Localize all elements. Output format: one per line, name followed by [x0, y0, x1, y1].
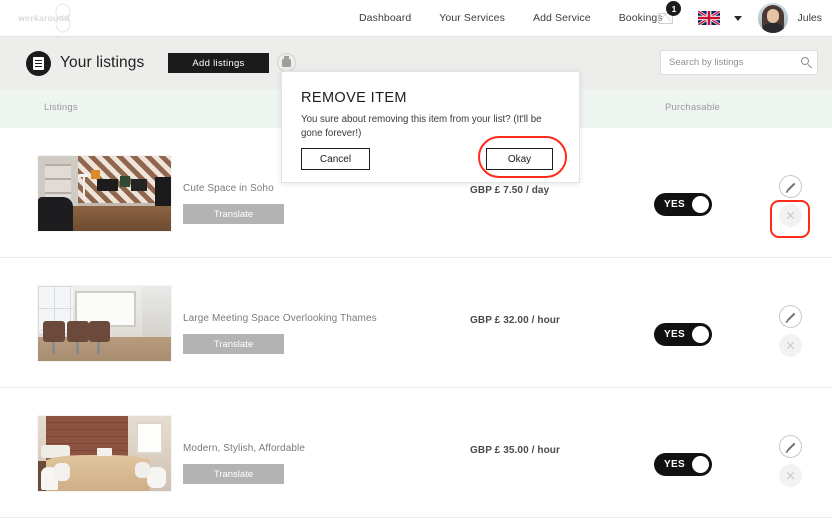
cancel-button[interactable]: Cancel — [301, 148, 370, 170]
top-navigation-bar: workaround Dashboard Your Services Add S… — [0, 0, 832, 36]
table-row: Large Meeting Space Overlooking Thames T… — [0, 258, 832, 388]
listing-price: GBP £ 32.00 / hour — [470, 315, 560, 326]
listing-thumbnail[interactable] — [38, 286, 171, 361]
pencil-icon — [785, 441, 796, 452]
listing-thumbnail[interactable] — [38, 156, 171, 231]
column-header-listings: Listings — [44, 102, 78, 113]
close-icon — [786, 211, 795, 220]
remove-item-modal: REMOVE ITEM You sure about removing this… — [281, 71, 580, 183]
purchasable-toggle-knob — [692, 456, 709, 473]
search-input[interactable] — [669, 57, 801, 68]
listing-photo — [38, 416, 171, 491]
archive-icon[interactable] — [277, 53, 296, 72]
message-count-badge: 1 — [666, 1, 682, 16]
edit-listing-button[interactable] — [779, 305, 802, 328]
edit-listing-button[interactable] — [779, 435, 802, 458]
uk-flag-icon[interactable] — [698, 11, 721, 25]
translate-button[interactable]: Translate — [183, 464, 284, 484]
purchasable-toggle-knob — [692, 196, 709, 213]
nav-link-your-services[interactable]: Your Services — [425, 12, 519, 24]
delete-listing-button[interactable] — [779, 464, 802, 487]
pencil-icon — [785, 181, 796, 192]
archive-icon-glyph — [282, 56, 291, 67]
edit-listing-button[interactable] — [779, 175, 802, 198]
search-icon[interactable] — [801, 57, 812, 69]
listings-icon — [26, 51, 51, 76]
purchasable-toggle[interactable]: YES — [654, 323, 712, 346]
brand-logo[interactable]: workaround — [18, 2, 94, 34]
listing-title: Large Meeting Space Overlooking Thames — [183, 313, 377, 324]
purchasable-toggle[interactable]: YES — [654, 453, 712, 476]
purchasable-toggle-label: YES — [664, 329, 685, 340]
translate-button[interactable]: Translate — [183, 334, 284, 354]
brand-logo-text: workaround — [18, 13, 70, 23]
delete-listing-button[interactable] — [779, 334, 802, 357]
purchasable-toggle-knob — [692, 326, 709, 343]
listing-photo — [38, 156, 171, 231]
nav-link-add-service[interactable]: Add Service — [519, 12, 605, 24]
listing-title: Cute Space in Soho — [183, 183, 274, 194]
close-icon — [786, 471, 795, 480]
listing-photo — [38, 286, 171, 361]
add-listings-button[interactable]: Add listings — [168, 53, 269, 73]
listing-price: GBP £ 7.50 / day — [470, 185, 550, 196]
okay-button[interactable]: Okay — [486, 148, 553, 170]
modal-title: REMOVE ITEM — [301, 90, 407, 106]
search-listings-box[interactable] — [660, 50, 818, 75]
column-header-purchasable: Purchasable — [665, 102, 721, 113]
listing-price: GBP £ 35.00 / hour — [470, 445, 560, 456]
messages-button[interactable]: 1 — [648, 0, 682, 36]
table-row: Modern, Stylish, Affordable Translate GB… — [0, 388, 832, 518]
listing-thumbnail[interactable] — [38, 416, 171, 491]
modal-body-text: You sure about removing this item from y… — [301, 114, 542, 139]
username-label[interactable]: Jules — [797, 12, 822, 24]
avatar[interactable] — [758, 3, 789, 33]
primary-nav-links: Dashboard Your Services Add Service Book… — [345, 0, 677, 36]
search-icon-handle — [807, 64, 812, 69]
purchasable-toggle-label: YES — [664, 199, 685, 210]
chevron-down-icon[interactable] — [734, 15, 743, 21]
nav-link-dashboard[interactable]: Dashboard — [345, 12, 425, 24]
purchasable-toggle[interactable]: YES — [654, 193, 712, 216]
listings-table-body: Cute Space in Soho Translate GBP £ 7.50 … — [0, 128, 832, 518]
page-title: Your listings — [60, 54, 145, 71]
nav-right-cluster: 1 Jules — [648, 0, 822, 36]
translate-button[interactable]: Translate — [183, 204, 284, 224]
delete-listing-button[interactable] — [779, 204, 802, 227]
pencil-icon — [785, 311, 796, 322]
purchasable-toggle-label: YES — [664, 459, 685, 470]
listing-title: Modern, Stylish, Affordable — [183, 443, 306, 454]
close-icon — [786, 341, 795, 350]
listings-icon-glyph — [33, 57, 44, 70]
listings-page: workaround Dashboard Your Services Add S… — [0, 0, 832, 525]
